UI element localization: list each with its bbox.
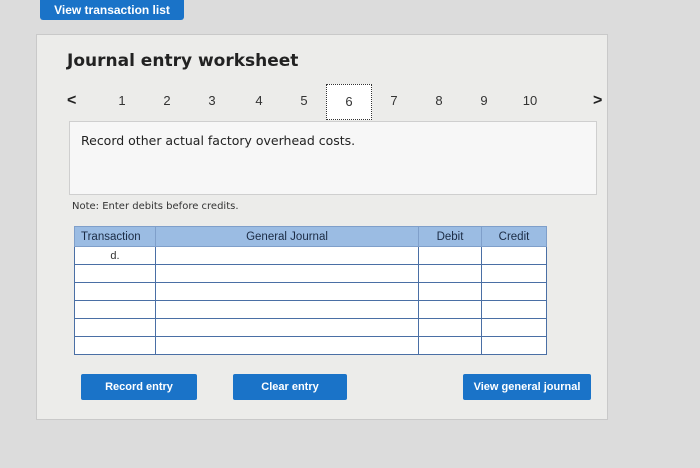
pagination: < 1 2 3 4 5 6 7 8 9 10 > [37,84,607,120]
record-entry-button[interactable]: Record entry [81,374,197,400]
account-input[interactable] [155,282,419,301]
header-general-journal: General Journal [155,226,419,247]
instruction-box: Record other actual factory overhead cos… [69,121,597,195]
table-row [74,264,547,283]
note-text: Note: Enter debits before credits. [72,201,239,212]
credit-input[interactable] [481,318,547,337]
view-general-journal-button[interactable]: View general journal [463,374,591,400]
prev-page-icon[interactable]: < [67,89,76,113]
view-transaction-list-button[interactable]: View transaction list [40,0,184,20]
debit-input[interactable] [418,318,482,337]
page-5[interactable]: 5 [294,89,314,113]
transaction-cell [74,300,156,319]
account-input[interactable] [155,246,419,265]
debit-input[interactable] [418,246,482,265]
debit-input[interactable] [418,300,482,319]
table-row [74,300,547,319]
page-title: Journal entry worksheet [67,51,299,71]
transaction-cell [74,336,156,355]
account-input[interactable] [155,264,419,283]
debit-input[interactable] [418,336,482,355]
transaction-cell [74,264,156,283]
page-3[interactable]: 3 [202,89,222,113]
page-2[interactable]: 2 [157,89,177,113]
credit-input[interactable] [481,282,547,301]
account-input[interactable] [155,318,419,337]
page-7[interactable]: 7 [384,89,404,113]
transaction-cell: d. [74,246,156,265]
debit-input[interactable] [418,282,482,301]
instruction-text: Record other actual factory overhead cos… [81,133,356,148]
page-6-active[interactable]: 6 [326,84,372,120]
transaction-cell [74,282,156,301]
table-row [74,336,547,355]
table-row [74,282,547,301]
table-row: d. [74,246,547,265]
page-1[interactable]: 1 [112,89,132,113]
account-input[interactable] [155,300,419,319]
next-page-icon[interactable]: > [593,89,602,113]
credit-input[interactable] [481,264,547,283]
journal-worksheet-panel: Journal entry worksheet < 1 2 3 4 5 6 7 … [36,34,608,420]
credit-input[interactable] [481,336,547,355]
page-10[interactable]: 10 [517,89,543,113]
page-9[interactable]: 9 [474,89,494,113]
debit-input[interactable] [418,264,482,283]
page-8[interactable]: 8 [429,89,449,113]
header-debit: Debit [418,226,482,247]
credit-input[interactable] [481,300,547,319]
account-input[interactable] [155,336,419,355]
table-row [74,318,547,337]
journal-table: Transaction General Journal Debit Credit… [74,226,547,355]
header-credit: Credit [481,226,547,247]
page-4[interactable]: 4 [249,89,269,113]
header-transaction: Transaction [74,226,156,247]
transaction-cell [74,318,156,337]
clear-entry-button[interactable]: Clear entry [233,374,347,400]
credit-input[interactable] [481,246,547,265]
